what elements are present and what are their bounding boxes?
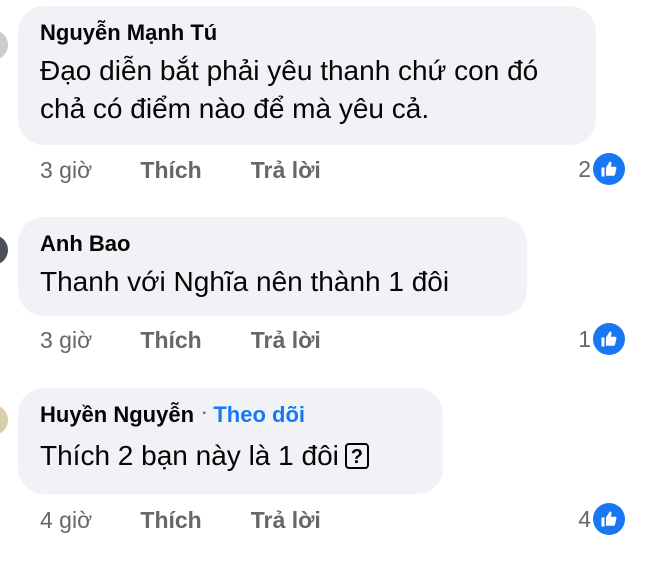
- comment-bubble: Nguyễn Mạnh Tú Đạo diễn bắt phải yêu tha…: [18, 6, 596, 145]
- comment-text-body: Thích 2 bạn này là 1 đôi: [40, 440, 339, 471]
- comment-bubble: Anh Bao Thanh với Nghĩa nên thành 1 đôi: [18, 217, 527, 316]
- comment-actions: 4 giờ Thích Trả lời: [40, 505, 321, 535]
- comment-actions: 3 giờ Thích Trả lời: [40, 155, 321, 185]
- author-name[interactable]: Nguyễn Mạnh Tú: [40, 20, 217, 45]
- reaction-count: 4: [578, 505, 591, 532]
- like-icon: [593, 153, 625, 185]
- comment-actions: 3 giờ Thích Trả lời: [40, 325, 321, 355]
- comment-author[interactable]: Anh Bao: [40, 229, 505, 259]
- like-icon: [593, 323, 625, 355]
- reaction-count: 2: [578, 155, 591, 182]
- like-icon: [593, 503, 625, 535]
- comment-bubble: Huyền Nguyễn · Theo dõi Thích 2 bạn này là…: [18, 388, 443, 494]
- comment-text: Thích 2 bạn này là 1 đôi?: [40, 437, 421, 475]
- reaction-summary[interactable]: 2: [578, 153, 625, 185]
- like-button[interactable]: Thích: [140, 505, 244, 535]
- comment-text: Đạo diễn bắt phải yêu thanh chứ con đó c…: [40, 55, 539, 124]
- comment-time[interactable]: 4 giờ: [40, 505, 134, 535]
- avatar[interactable]: [0, 235, 8, 265]
- reply-button[interactable]: Trả lời: [251, 327, 321, 353]
- author-name[interactable]: Anh Bao: [40, 231, 130, 256]
- missing-emoji-glyph: ?: [344, 442, 369, 469]
- avatar[interactable]: [0, 30, 8, 60]
- reaction-count: 1: [578, 325, 591, 352]
- comment-author[interactable]: Nguyễn Mạnh Tú: [40, 18, 574, 48]
- reply-button[interactable]: Trả lời: [251, 157, 321, 183]
- avatar[interactable]: [0, 405, 8, 435]
- comment-time[interactable]: 3 giờ: [40, 155, 134, 185]
- comment-time[interactable]: 3 giờ: [40, 325, 134, 355]
- reaction-summary[interactable]: 4: [578, 503, 625, 535]
- like-button[interactable]: Thích: [140, 155, 244, 185]
- separator-dot: ·: [202, 405, 208, 422]
- comment-text: Thanh với Nghĩa nên thành 1 đôi: [40, 266, 450, 297]
- author-name[interactable]: Huyền Nguyễn: [40, 402, 194, 427]
- follow-button[interactable]: Theo dõi: [213, 402, 305, 427]
- comment-author: Huyền Nguyễn · Theo dõi: [40, 400, 421, 433]
- reply-button[interactable]: Trả lời: [251, 507, 321, 533]
- reaction-summary[interactable]: 1: [578, 323, 625, 355]
- like-button[interactable]: Thích: [140, 325, 244, 355]
